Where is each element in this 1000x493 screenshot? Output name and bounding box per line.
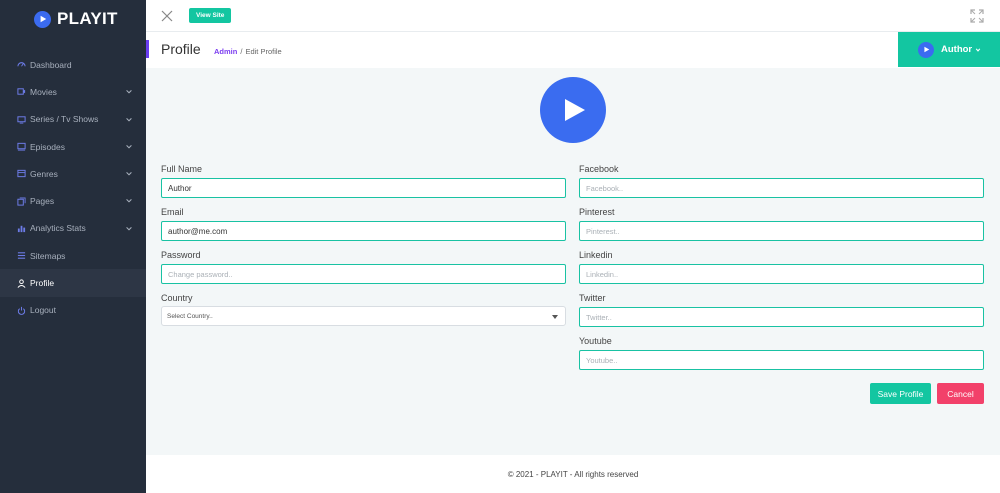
breadcrumb-admin-link[interactable]: Admin — [214, 47, 237, 56]
breadcrumb: Admin / Edit Profile — [214, 47, 282, 56]
chevron-down-icon — [975, 47, 981, 52]
sidebar-item-pages[interactable]: Pages — [0, 187, 146, 214]
fullscreen-icon[interactable] — [970, 9, 984, 23]
sidebar-item-profile[interactable]: Profile — [0, 269, 146, 297]
sidebar-nav: Dashboard Movies Series / Tv Shows Episo… — [0, 51, 146, 324]
sidebar-item-genres[interactable]: Genres — [0, 160, 146, 187]
cancel-button[interactable]: Cancel — [937, 383, 984, 404]
sidebar-item-episodes[interactable]: Episodes — [0, 133, 146, 160]
topbar: View Site — [146, 0, 1000, 32]
sidebar-item-series[interactable]: Series / Tv Shows — [0, 106, 146, 133]
profile-avatar[interactable] — [540, 77, 606, 143]
youtube-input[interactable]: Youtube.. — [579, 350, 984, 370]
sidebar: PLAYIT Dashboard Movies Series / Tv Show… — [0, 0, 146, 493]
tv-icon — [16, 114, 26, 124]
email-field[interactable]: author@me.com — [161, 221, 566, 241]
breadcrumb-separator: / — [240, 47, 243, 56]
analytics-icon — [16, 223, 26, 233]
close-icon[interactable] — [161, 10, 173, 22]
sidebar-item-label: Movies — [30, 86, 57, 97]
sidebar-item-label: Profile — [30, 278, 55, 289]
country-select[interactable]: Select Country.. — [161, 306, 566, 326]
user-icon — [16, 278, 26, 288]
sitemap-icon — [16, 251, 26, 261]
avatar — [918, 41, 934, 58]
chevron-down-icon — [126, 117, 132, 122]
chevron-down-icon — [126, 144, 132, 149]
full-name-label: Full Name — [161, 164, 203, 174]
sidebar-item-label: Pages — [30, 196, 55, 207]
film-icon — [16, 87, 26, 97]
brand[interactable]: PLAYIT — [0, 0, 146, 38]
page-title: Profile — [161, 41, 201, 57]
play-logo-icon — [34, 10, 51, 28]
email-label: Email — [161, 207, 184, 217]
sidebar-item-label: Series / Tv Shows — [30, 114, 99, 125]
brand-name: PLAYIT — [57, 9, 118, 28]
password-input[interactable]: Change password.. — [161, 264, 566, 284]
pinterest-input[interactable]: Pinterest.. — [579, 221, 984, 241]
genres-icon — [16, 169, 26, 179]
sidebar-item-label: Analytics Stats — [30, 223, 86, 234]
view-site-button[interactable]: View Site — [189, 8, 232, 23]
sidebar-item-sitemaps[interactable]: Sitemaps — [0, 242, 146, 269]
facebook-label: Facebook — [579, 164, 619, 174]
sidebar-item-movies[interactable]: Movies — [0, 78, 146, 105]
footer-copyright: © 2021 - PLAYIT - All rights reserved — [507, 469, 639, 479]
breadcrumb-current: Edit Profile — [245, 47, 282, 56]
sidebar-item-analytics[interactable]: Analytics Stats — [0, 215, 146, 242]
country-label: Country — [161, 293, 193, 303]
facebook-input[interactable]: Facebook.. — [579, 178, 984, 198]
user-name: Author — [941, 44, 973, 55]
chevron-down-icon — [126, 172, 132, 176]
sidebar-item-logout[interactable]: Logout — [0, 297, 146, 324]
sidebar-item-label: Dashboard — [30, 59, 72, 70]
page-header: Profile Admin / Edit Profile Author — [146, 32, 1000, 68]
youtube-label: Youtube — [579, 336, 612, 346]
sidebar-item-label: Sitemaps — [30, 250, 66, 261]
save-profile-button[interactable]: Save Profile — [870, 383, 931, 404]
sidebar-item-label: Logout — [30, 305, 56, 316]
password-label: Password — [161, 250, 201, 260]
user-menu-button[interactable]: Author — [898, 32, 1000, 67]
linkedin-input[interactable]: Linkedin.. — [579, 264, 984, 284]
full-name-input[interactable]: Author — [161, 178, 566, 198]
pinterest-label: Pinterest — [579, 207, 615, 217]
country-select-value: Select Country.. — [167, 312, 213, 320]
episodes-icon — [16, 142, 26, 152]
pages-icon — [16, 196, 26, 206]
linkedin-label: Linkedin — [579, 250, 613, 260]
caret-down-icon — [552, 315, 558, 319]
chevron-down-icon — [126, 199, 132, 204]
sidebar-item-dashboard[interactable]: Dashboard — [0, 51, 146, 78]
play-icon — [565, 99, 585, 121]
power-icon — [16, 305, 26, 315]
chevron-down-icon — [126, 90, 132, 94]
sidebar-item-label: Episodes — [30, 141, 65, 152]
header-accent-bar — [146, 40, 149, 58]
twitter-input[interactable]: Twitter.. — [579, 307, 984, 327]
sidebar-item-label: Genres — [30, 168, 58, 179]
twitter-label: Twitter — [579, 293, 606, 303]
footer: © 2021 - PLAYIT - All rights reserved — [146, 455, 1000, 493]
dashboard-icon — [16, 60, 26, 70]
chevron-down-icon — [126, 226, 132, 231]
